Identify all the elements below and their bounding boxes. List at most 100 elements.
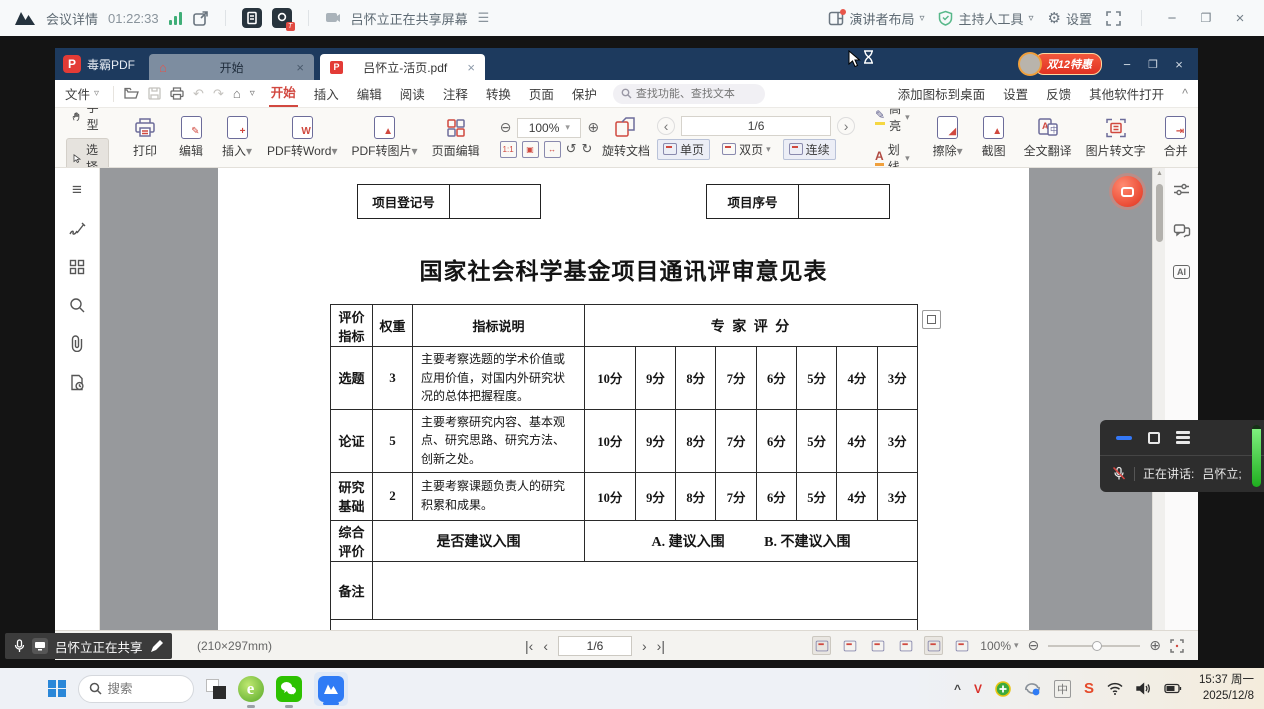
pdf-minimize-button[interactable]: − bbox=[1116, 57, 1138, 72]
menu-item-insert[interactable]: 插入 bbox=[312, 82, 341, 105]
zoom-in-icon[interactable]: ⊕ bbox=[587, 119, 599, 136]
docs-button[interactable] bbox=[242, 8, 262, 28]
more-icon[interactable]: ▿ bbox=[250, 88, 255, 99]
adjust-panel-icon[interactable] bbox=[1173, 182, 1190, 197]
tab-home[interactable]: ⌂ 开始 × bbox=[149, 54, 314, 80]
host-tools-button[interactable]: 主持人工具 ▿ bbox=[938, 9, 1033, 28]
meeting-minimize-button[interactable]: − bbox=[1162, 10, 1182, 27]
floating-tool-icon[interactable] bbox=[922, 310, 941, 329]
select-tool-button[interactable]: 选择 bbox=[66, 138, 109, 168]
tray-sync-icon[interactable] bbox=[1024, 681, 1041, 696]
ocr-button[interactable]: 图片转文字 bbox=[1080, 117, 1152, 159]
wechat-app-icon[interactable] bbox=[276, 676, 302, 702]
tab-document-close-icon[interactable]: × bbox=[467, 60, 475, 75]
page-indicator-box[interactable]: 1/6 bbox=[681, 116, 831, 136]
start-button[interactable] bbox=[48, 680, 66, 698]
rotate-document-button[interactable]: 旋转文档 bbox=[604, 112, 648, 163]
taskbar-clock[interactable]: 15:37 周一 2025/12/8 bbox=[1199, 673, 1254, 704]
attachments-panel-icon[interactable] bbox=[70, 335, 84, 352]
vertical-scrollbar[interactable]: ▲ bbox=[1152, 168, 1165, 630]
live-record-button[interactable]: T bbox=[272, 8, 292, 28]
tray-v-icon[interactable]: V bbox=[974, 682, 982, 696]
double-view-button[interactable] bbox=[952, 636, 971, 655]
function-search-input[interactable] bbox=[636, 88, 756, 100]
zoom-slider[interactable] bbox=[1048, 645, 1140, 647]
open-folder-icon[interactable] bbox=[124, 87, 139, 100]
save-icon[interactable] bbox=[148, 87, 161, 100]
pdf-maximize-button[interactable]: ❐ bbox=[1142, 58, 1164, 71]
fit-width-button[interactable] bbox=[868, 636, 887, 655]
comments-panel-icon[interactable] bbox=[1173, 223, 1191, 239]
meeting-close-button[interactable]: × bbox=[1230, 10, 1250, 27]
pdf-to-image-button[interactable]: ▲ PDF转图片▾ bbox=[346, 116, 424, 159]
search-panel-icon[interactable] bbox=[69, 297, 85, 313]
tray-antivirus-icon[interactable] bbox=[995, 681, 1011, 697]
rotate-right-icon[interactable]: ↻ bbox=[581, 141, 592, 157]
battery-icon[interactable] bbox=[1164, 683, 1182, 694]
task-view-button[interactable] bbox=[206, 679, 226, 699]
single-view-button[interactable] bbox=[924, 636, 943, 655]
meeting-app-tile[interactable] bbox=[314, 672, 348, 706]
zoom-slider-knob[interactable] bbox=[1092, 641, 1102, 651]
undo-icon[interactable]: ↶ bbox=[193, 86, 204, 102]
sharing-options-icon[interactable]: ☰ bbox=[478, 10, 490, 26]
status-zoom-select[interactable]: 100%▾ bbox=[980, 639, 1018, 653]
menu-item-page[interactable]: 页面 bbox=[527, 82, 556, 105]
print-button[interactable]: 打印 bbox=[123, 117, 167, 159]
fit-width-icon[interactable]: ↔ bbox=[544, 141, 561, 158]
zoom-level-select[interactable]: 100%▾ bbox=[517, 118, 581, 138]
speaker-layout-button[interactable]: 演讲者布局 ▿ bbox=[828, 9, 924, 28]
zoom-out-icon[interactable]: ⊖ bbox=[500, 119, 512, 136]
recent-files-icon[interactable] bbox=[69, 374, 85, 391]
page-edit-button[interactable]: 页面编辑 bbox=[426, 117, 486, 159]
menu-item-convert[interactable]: 转换 bbox=[484, 82, 513, 105]
prev-page-icon[interactable]: ‹ bbox=[657, 117, 675, 135]
function-search-box[interactable] bbox=[613, 84, 765, 104]
translate-button[interactable]: A中 全文翻译 bbox=[1018, 117, 1078, 159]
pdf-to-word-button[interactable]: W PDF转Word▾ bbox=[261, 116, 344, 159]
home-icon[interactable]: ⌂ bbox=[233, 86, 241, 101]
erase-button[interactable]: ◢ 擦除▾ bbox=[926, 116, 970, 159]
menu-item-comment[interactable]: 注释 bbox=[441, 82, 470, 105]
scrollbar-thumb[interactable] bbox=[1156, 184, 1163, 242]
thumbnails-panel-icon[interactable] bbox=[69, 259, 85, 275]
promo-badge[interactable]: 双12特惠 bbox=[1034, 53, 1102, 75]
tray-sogou-icon[interactable]: S bbox=[1084, 680, 1094, 697]
mic-muted-icon[interactable] bbox=[1112, 466, 1126, 481]
signature-panel-icon[interactable] bbox=[69, 222, 86, 237]
fit-page-icon[interactable]: ▣ bbox=[522, 141, 539, 158]
last-page-icon[interactable]: ›| bbox=[657, 638, 665, 654]
sharing-badge[interactable]: 吕怀立正在共享 bbox=[5, 633, 172, 659]
single-page-button[interactable]: 单页 bbox=[657, 139, 710, 160]
panel-menu-icon[interactable] bbox=[1176, 431, 1190, 444]
fit-page-button[interactable] bbox=[840, 636, 859, 655]
scroll-up-icon[interactable]: ▲ bbox=[1153, 170, 1166, 177]
panel-restore-icon[interactable] bbox=[1148, 432, 1160, 444]
redo-icon[interactable]: ↷ bbox=[213, 86, 224, 102]
continuous-button[interactable]: 连续 bbox=[783, 139, 836, 160]
actual-size-button[interactable] bbox=[812, 636, 831, 655]
fullscreen-icon[interactable] bbox=[1106, 11, 1121, 26]
open-with-other[interactable]: 其他软件打开 bbox=[1089, 84, 1164, 103]
prev-page-icon[interactable]: ‹ bbox=[543, 638, 548, 654]
user-avatar[interactable] bbox=[1018, 52, 1042, 76]
share-screen-icon[interactable] bbox=[192, 10, 209, 27]
tab-document[interactable]: P 吕怀立-活页.pdf × bbox=[320, 54, 485, 80]
merge-button[interactable]: ⇥ 合并 bbox=[1154, 116, 1198, 159]
insert-button[interactable]: + 插入▾ bbox=[215, 116, 259, 159]
next-page-icon[interactable]: › bbox=[642, 638, 647, 654]
print-icon[interactable] bbox=[170, 87, 184, 100]
menu-item-protect[interactable]: 保护 bbox=[570, 82, 599, 105]
collapse-ribbon-icon[interactable]: ^ bbox=[1182, 87, 1188, 101]
assistant-floating-button[interactable] bbox=[1112, 176, 1143, 207]
menu-item-edit[interactable]: 编辑 bbox=[355, 82, 384, 105]
status-zoom-out-icon[interactable]: ⊖ bbox=[1028, 637, 1040, 654]
taskbar-search-box[interactable] bbox=[78, 675, 194, 703]
status-page-indicator[interactable]: 1/6 bbox=[558, 636, 632, 656]
status-fullscreen-icon[interactable] bbox=[1170, 639, 1184, 653]
highlight-button[interactable]: ✎ 高亮▾ bbox=[869, 108, 916, 136]
underline-button[interactable]: A 划线▾ bbox=[869, 139, 916, 168]
menu-file[interactable]: 文件▿ bbox=[65, 84, 99, 103]
browser-app-icon[interactable]: e bbox=[238, 676, 264, 702]
tab-home-close-icon[interactable]: × bbox=[296, 60, 304, 75]
